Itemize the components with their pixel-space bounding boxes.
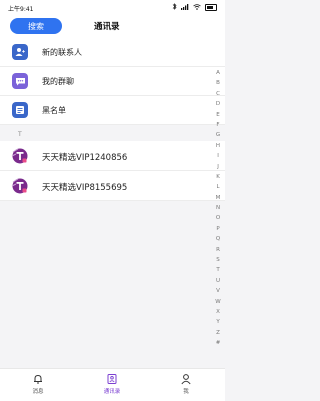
index-letter[interactable]: Q (216, 234, 220, 244)
new-contacts-entry[interactable]: 新的联系人 (0, 38, 225, 67)
tab-me[interactable]: 我 (166, 373, 206, 395)
index-letter[interactable]: W (215, 297, 220, 307)
contact-name: 天天精选VIP8155695 (42, 183, 128, 193)
search-button[interactable]: 搜索 (10, 18, 62, 34)
index-letter[interactable]: M (216, 193, 221, 203)
contact-item[interactable]: 天天精选VIP8155695 (0, 171, 225, 201)
index-letter[interactable]: E (216, 110, 219, 120)
index-letter[interactable]: C (216, 89, 220, 99)
index-letter[interactable]: D (216, 99, 220, 109)
entry-label: 我的群聊 (42, 77, 74, 86)
index-letter[interactable]: V (216, 286, 220, 296)
contact-item[interactable]: 天天精选VIP1240856 (0, 141, 225, 171)
alphabet-index[interactable]: A B C D E F G H I J K L M N O P Q R S T … (213, 68, 223, 349)
contact-list: 天天精选VIP1240856 天天精选VIP8155695 (0, 141, 225, 201)
tab-contacts[interactable]: 通讯录 (92, 373, 132, 395)
vip-logo-icon (10, 146, 30, 166)
section-header: T (0, 127, 225, 141)
add-contact-icon (12, 44, 28, 60)
status-bar: 上午9:41 (0, 0, 225, 16)
tab-label: 通讯录 (103, 389, 121, 395)
entry-label: 新的联系人 (42, 48, 82, 57)
index-letter[interactable]: T (216, 265, 219, 275)
blacklist-entry[interactable]: 黑名单 (0, 96, 225, 125)
person-icon (181, 374, 191, 385)
blacklist-icon (12, 102, 28, 118)
index-letter[interactable]: # (216, 338, 221, 348)
tab-label: 我 (183, 389, 189, 395)
index-letter[interactable]: U (216, 276, 220, 286)
vip-logo-icon (10, 176, 30, 196)
index-letter[interactable]: K (216, 172, 220, 182)
contact-name: 天天精选VIP1240856 (42, 153, 128, 163)
bell-icon (34, 374, 42, 384)
battery-icon (205, 4, 217, 11)
tab-label: 消息 (32, 389, 44, 395)
index-letter[interactable]: O (216, 213, 220, 223)
index-letter[interactable]: A (216, 68, 220, 78)
function-entry-list: 新的联系人 我的群聊 黑名单 (0, 38, 225, 125)
group-chat-icon (12, 73, 28, 89)
index-letter[interactable]: L (216, 182, 219, 192)
index-letter[interactable]: G (216, 130, 220, 140)
index-letter[interactable]: N (216, 203, 220, 213)
group-chats-entry[interactable]: 我的群聊 (0, 67, 225, 96)
index-letter[interactable]: J (217, 162, 219, 172)
status-time: 上午9:41 (8, 6, 34, 13)
header: 搜索 通讯录 (0, 16, 225, 38)
index-letter[interactable]: P (216, 224, 219, 234)
index-letter[interactable]: B (216, 78, 220, 88)
entry-label: 黑名单 (42, 106, 66, 115)
bluetooth-icon (172, 3, 177, 12)
index-letter[interactable]: R (216, 245, 220, 255)
bottom-nav: 消息 通讯录 我 (0, 368, 225, 401)
index-letter[interactable]: Z (216, 328, 220, 338)
signal-icon (181, 3, 189, 12)
status-icons (172, 3, 217, 12)
index-letter[interactable]: I (217, 151, 219, 161)
contacts-icon (107, 374, 117, 384)
section-letter: T (18, 131, 22, 138)
wifi-icon (193, 3, 201, 12)
index-letter[interactable]: F (216, 120, 219, 130)
page-title: 通讯录 (94, 22, 120, 32)
index-letter[interactable]: X (216, 307, 220, 317)
index-letter[interactable]: H (216, 141, 220, 151)
index-letter[interactable]: S (216, 255, 220, 265)
tab-messages[interactable]: 消息 (18, 373, 58, 395)
index-letter[interactable]: Y (216, 317, 219, 327)
